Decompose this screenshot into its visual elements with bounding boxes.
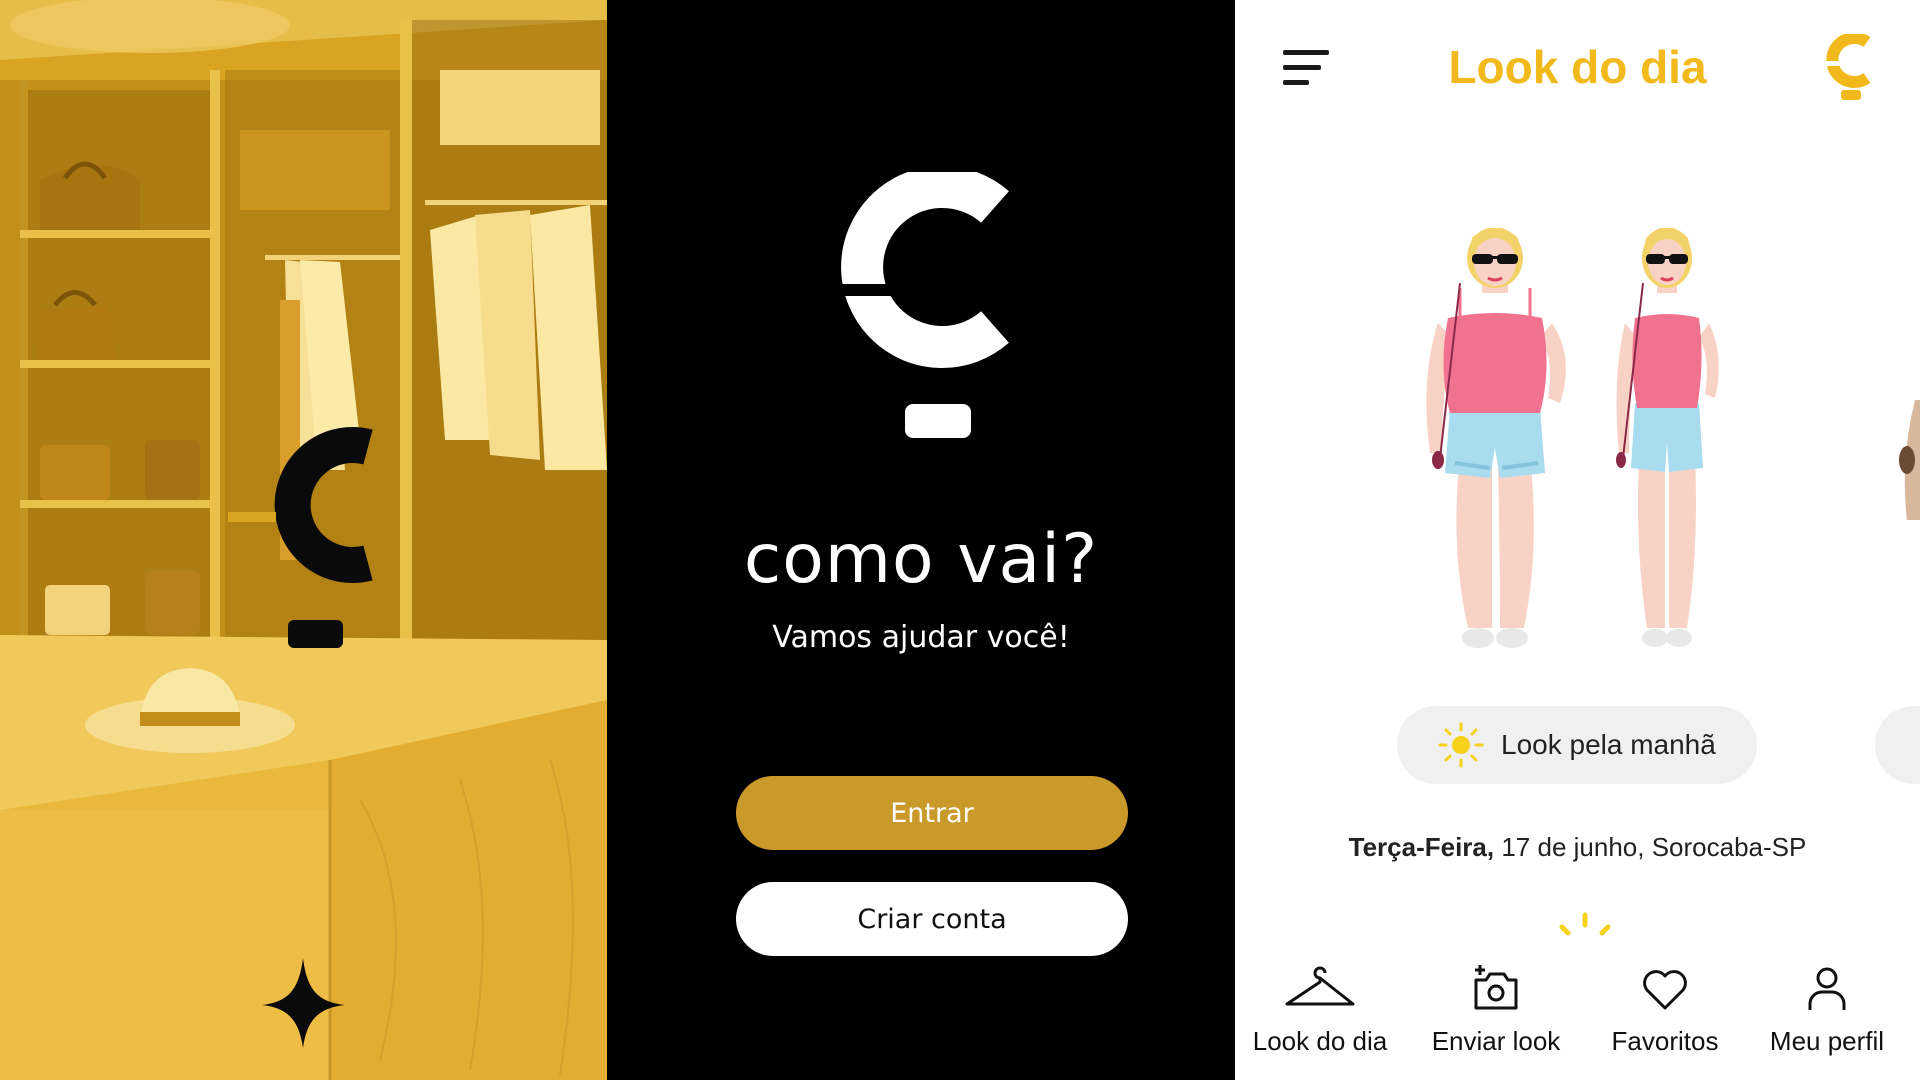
outfit-avatar (1426, 228, 1566, 648)
bottom-tab-bar: Look do dia Enviar look Favoritos Meu pe… (1235, 942, 1920, 1080)
tab-favoritos[interactable]: Favoritos (1580, 942, 1750, 1080)
tab-label: Meu perfil (1769, 1026, 1885, 1056)
page-title: Look do dia (1448, 41, 1707, 93)
welcome-subtitle: Vamos ajudar você! (772, 620, 1070, 655)
tab-label: Favoritos (1611, 1026, 1719, 1056)
user-icon (1808, 967, 1846, 1010)
sun-icon (1438, 722, 1484, 768)
brand-logo (837, 172, 1009, 438)
closet-hero-panel (0, 0, 607, 1080)
heart-icon (1643, 970, 1687, 1010)
tab-label: Enviar look (1431, 1026, 1561, 1056)
weekday: Terça-Feira, (1348, 832, 1495, 862)
tab-label: Look do dia (1252, 1026, 1388, 1056)
date: 17 de junho, (1501, 832, 1645, 862)
login-button[interactable]: Entrar (736, 776, 1128, 850)
city: Sorocaba-SP (1651, 832, 1807, 862)
add-photo-icon (1474, 965, 1518, 1010)
period-selector-next[interactable] (1875, 706, 1920, 784)
outfit-avatar (1616, 228, 1719, 647)
weather-sun-icon (1559, 912, 1611, 936)
brand-logo-icon[interactable] (1825, 34, 1873, 102)
period-label: Look pela manhã (1501, 729, 1716, 760)
tab-look-do-dia[interactable]: Look do dia (1235, 942, 1405, 1080)
welcome-panel: como vai? Vamos ajudar você! Entrar Cria… (607, 0, 1235, 1080)
welcome-title: como vai? (743, 520, 1099, 599)
period-selector-morning[interactable]: Look pela manhã (1397, 706, 1757, 784)
hanger-icon (1285, 966, 1355, 1006)
tab-meu-perfil[interactable]: Meu perfil (1742, 942, 1912, 1080)
signup-button[interactable]: Criar conta (736, 882, 1128, 956)
closet-illustration (0, 0, 607, 1080)
look-of-the-day-screen: Look do dia Look pela manhã Terça-Feira,… (1235, 0, 1920, 1080)
outfit-avatar-partial (1899, 400, 1920, 520)
tab-enviar-look[interactable]: Enviar look (1411, 942, 1581, 1080)
date-location: Terça-Feira, 17 de junho, Sorocaba-SP (1235, 832, 1920, 863)
